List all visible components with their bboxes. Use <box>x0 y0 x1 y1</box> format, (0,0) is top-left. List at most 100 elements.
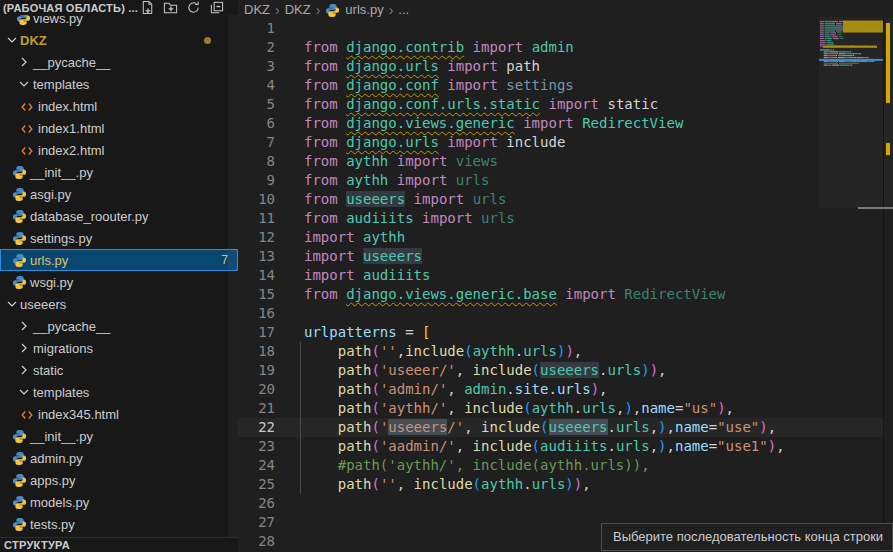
python-file-icon <box>12 495 28 511</box>
tree-item-index1-html[interactable]: index1.html <box>0 117 238 139</box>
warning-marker <box>886 23 890 103</box>
tree-item-label: models.py <box>30 495 89 510</box>
tree-item-label: database_roouter.py <box>30 209 149 224</box>
code-text: from django.views.generic.base import Re… <box>304 285 725 304</box>
tree-item-database-roouter-py[interactable]: database_roouter.py <box>0 205 238 227</box>
code-area[interactable]: 12from django.contrib import admin3from … <box>238 0 893 552</box>
code-text: from audiiits import urls <box>304 209 515 228</box>
code-text: path('admin/', admin.site.urls), <box>304 380 608 399</box>
line-number[interactable]: 12 <box>240 228 275 247</box>
line-number[interactable]: 27 <box>240 513 275 532</box>
line-number[interactable]: 2 <box>240 38 275 57</box>
line-number[interactable]: 22 <box>240 418 275 437</box>
python-file-icon <box>12 429 28 445</box>
line-number[interactable]: 4 <box>240 76 275 95</box>
code-text: import aythh <box>304 228 405 247</box>
code-text: #path('aythh/', include(aythh.urls)), <box>304 456 650 475</box>
line-number[interactable]: 19 <box>240 361 275 380</box>
line-number[interactable]: 10 <box>240 190 275 209</box>
tree-item-index-html[interactable]: index.html <box>0 95 238 117</box>
code-text: from aythh import urls <box>304 171 489 190</box>
tree-item-wsgi-py[interactable]: wsgi.py <box>0 271 238 293</box>
cursor-marker <box>858 207 893 209</box>
tree-item--pycache-[interactable]: __pycache__ <box>0 51 238 73</box>
line-number[interactable]: 3 <box>240 57 275 76</box>
line-number[interactable]: 6 <box>240 114 275 133</box>
line-number[interactable]: 8 <box>240 152 275 171</box>
tree-item-label: __pycache__ <box>33 319 110 334</box>
code-text: path('', include(aythh.urls)), <box>304 475 591 494</box>
line-number[interactable]: 16 <box>240 304 275 323</box>
line-number[interactable]: 7 <box>240 133 275 152</box>
line-number[interactable]: 11 <box>240 209 275 228</box>
tree-item--init-py[interactable]: __init__.py <box>0 161 238 183</box>
python-file-icon <box>12 165 28 181</box>
tree-item-templates[interactable]: templates <box>0 381 238 403</box>
line-number[interactable]: 9 <box>240 171 275 190</box>
line-number[interactable]: 5 <box>240 95 275 114</box>
refresh-explorer-icon[interactable] <box>185 0 201 15</box>
tree-item-static[interactable]: static <box>0 359 238 381</box>
chevron-right-icon <box>16 54 32 70</box>
line-number[interactable]: 24 <box>240 456 275 475</box>
chevron-right-icon <box>16 318 32 334</box>
line-number[interactable]: 17 <box>240 323 275 342</box>
chevron-right-icon <box>16 362 32 378</box>
outline-section-header[interactable]: СТРУКТУРА <box>0 537 238 552</box>
sidebar-scrollbar[interactable] <box>228 15 238 537</box>
file-tree: views.pyDKZ__pycache__templatesindex.htm… <box>0 0 238 537</box>
line-number[interactable]: 23 <box>240 437 275 456</box>
tree-item-label: tests.py <box>30 517 75 532</box>
tree-item-label: templates <box>33 385 89 400</box>
tree-item-migrations[interactable]: migrations <box>0 337 238 359</box>
line-number[interactable]: 14 <box>240 266 275 285</box>
tree-item-label: urls.py <box>30 253 68 268</box>
minimap[interactable] <box>819 18 883 552</box>
tree-item-DKZ[interactable]: DKZ <box>0 29 238 51</box>
line-number[interactable]: 18 <box>240 342 275 361</box>
problems-badge: 7 <box>221 253 228 267</box>
tree-item-apps-py[interactable]: apps.py <box>0 469 238 491</box>
code-text: from useeers import urls <box>304 190 506 209</box>
line-number[interactable]: 20 <box>240 380 275 399</box>
chevron-down-icon <box>4 296 20 312</box>
new-file-icon[interactable] <box>139 0 155 15</box>
tree-item--pycache-[interactable]: __pycache__ <box>0 315 238 337</box>
explorer-section-header[interactable]: (РАБОЧАЯ ОБЛАСТЬ) ... <box>0 0 238 15</box>
warning-marker <box>886 143 890 155</box>
tree-item-label: static <box>33 363 63 378</box>
line-number[interactable]: 13 <box>240 247 275 266</box>
tree-item-admin-py[interactable]: admin.py <box>0 447 238 469</box>
line-number[interactable]: 26 <box>240 494 275 513</box>
collapse-folders-icon[interactable] <box>208 0 224 15</box>
tree-item-urls-py[interactable]: urls.py 7 <box>0 249 238 271</box>
tree-item-tests-py[interactable]: tests.py <box>0 513 238 535</box>
tree-item-index345-html[interactable]: index345.html <box>0 403 238 425</box>
line-number[interactable]: 21 <box>240 399 275 418</box>
python-file-icon <box>12 209 28 225</box>
tree-item-models-py[interactable]: models.py <box>0 491 238 513</box>
tree-item-label: index.html <box>38 99 97 114</box>
tree-item--init-py[interactable]: __init__.py <box>0 425 238 447</box>
tree-item-label: index2.html <box>38 143 104 158</box>
code-text: from django.conf import settings <box>304 76 574 95</box>
line-number[interactable]: 25 <box>240 475 275 494</box>
python-file-icon <box>12 517 28 533</box>
tree-item-label: __init__.py <box>30 165 93 180</box>
tree-item-settings-py[interactable]: settings.py <box>0 227 238 249</box>
line-number[interactable]: 15 <box>240 285 275 304</box>
line-number[interactable]: 28 <box>240 532 275 551</box>
html-file-icon <box>20 408 36 424</box>
new-folder-icon[interactable] <box>162 0 178 15</box>
code-text: from django.views.generic import Redirec… <box>304 114 683 133</box>
tree-item-templates[interactable]: templates <box>0 73 238 95</box>
code-text: import useeers <box>304 247 422 266</box>
code-text: urlpatterns = [ <box>304 323 430 342</box>
tree-item-useeers[interactable]: useeers <box>0 293 238 315</box>
code-editor[interactable]: DKZ›DKZ›urls.py›... 12from django.contri… <box>238 0 893 552</box>
explorer-sidebar: (РАБОЧАЯ ОБЛАСТЬ) ... views.pyDKZ__pycac… <box>0 0 238 552</box>
tree-item-asgi-py[interactable]: asgi.py <box>0 183 238 205</box>
minimap-separator <box>883 18 884 552</box>
line-number[interactable]: 1 <box>240 19 275 38</box>
tree-item-index2-html[interactable]: index2.html <box>0 139 238 161</box>
